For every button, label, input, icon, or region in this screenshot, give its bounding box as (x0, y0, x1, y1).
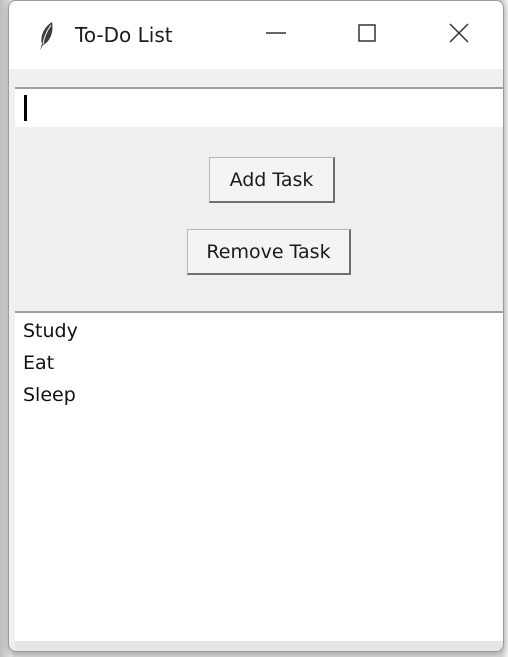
title-bar[interactable]: To-Do List (9, 1, 503, 69)
minimize-icon (265, 22, 287, 48)
list-item[interactable]: Eat (23, 351, 54, 375)
maximize-icon (357, 23, 377, 47)
maximize-button[interactable] (332, 11, 402, 59)
button-panel: Add Task Remove Task (15, 127, 503, 311)
add-task-button[interactable]: Add Task (209, 157, 335, 203)
todo-window: To-Do List Add Task Remove Task Study Ea… (8, 0, 504, 652)
list-item[interactable]: Sleep (23, 383, 76, 407)
task-input[interactable] (15, 89, 503, 125)
close-icon (448, 22, 470, 48)
close-button[interactable] (424, 11, 494, 59)
window-title: To-Do List (75, 23, 173, 47)
feather-icon (37, 21, 57, 51)
window-bottom-edge (15, 641, 503, 651)
task-listbox[interactable]: Study Eat Sleep (15, 311, 503, 643)
remove-task-button[interactable]: Remove Task (187, 229, 351, 275)
text-caret (24, 95, 27, 121)
list-item[interactable]: Study (23, 319, 78, 343)
minimize-button[interactable] (241, 11, 311, 59)
task-entry-row (15, 87, 503, 127)
